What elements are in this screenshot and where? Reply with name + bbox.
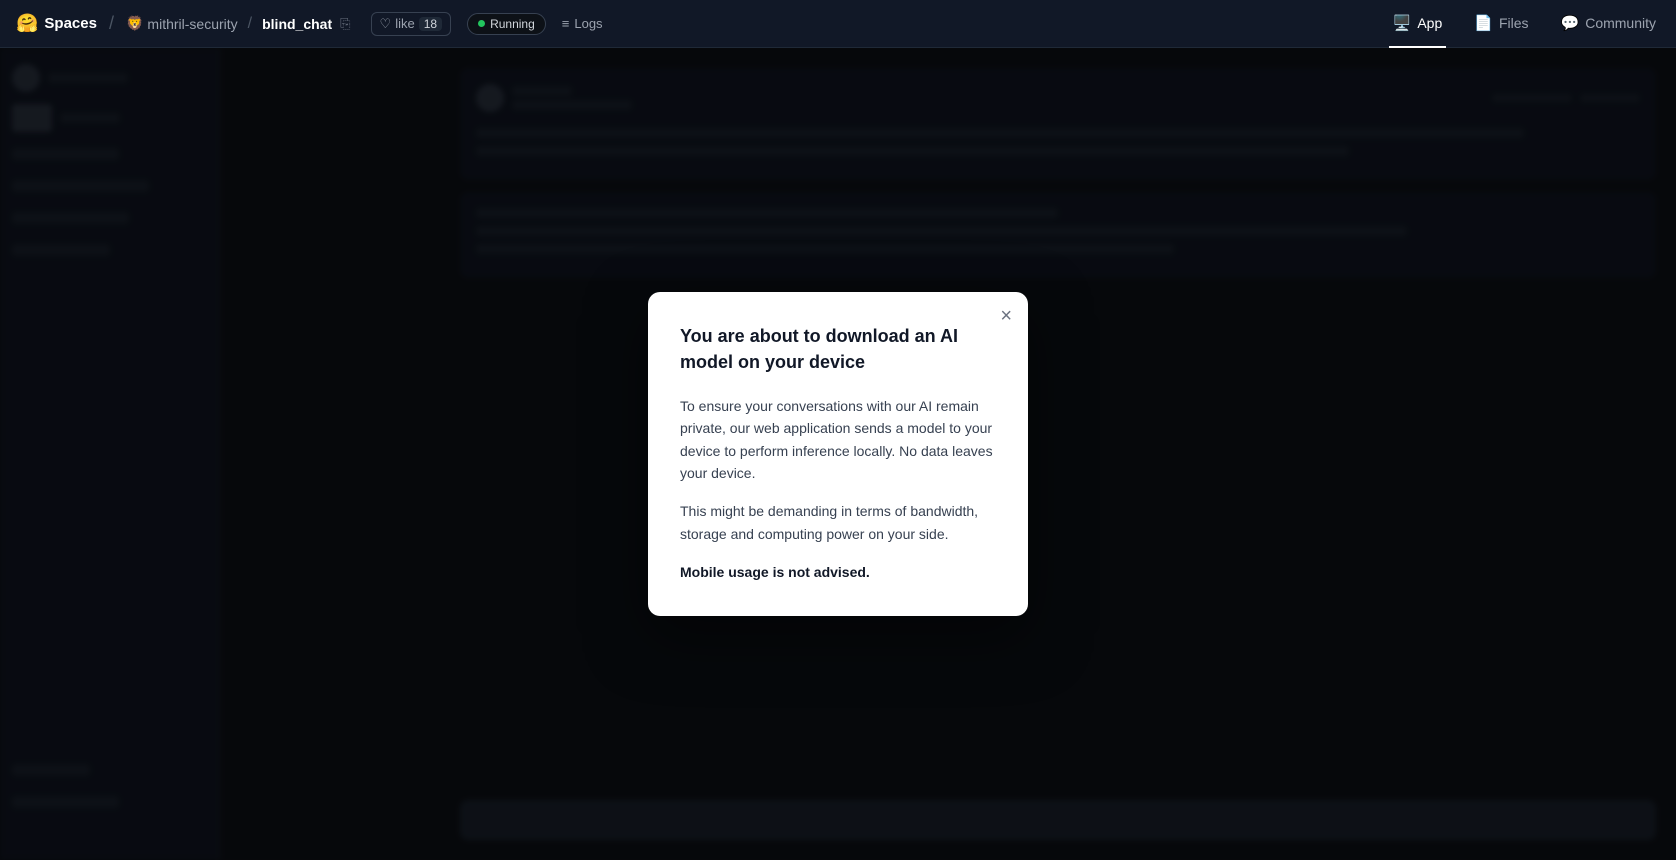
spaces-logo[interactable]: 🤗 Spaces <box>16 13 97 34</box>
tab-community[interactable]: 💬 Community <box>1557 0 1660 48</box>
nav-repo[interactable]: blind_chat <box>262 16 332 32</box>
files-icon: 📄 <box>1474 14 1493 32</box>
modal-paragraph-1: To ensure your conversations with our AI… <box>680 395 996 485</box>
modal-overlay[interactable]: × You are about to download an AI model … <box>0 48 1676 860</box>
nav-left: 🤗 Spaces / 🦁 mithril-security / blind_ch… <box>16 12 1389 36</box>
modal-paragraph-2: This might be demanding in terms of band… <box>680 500 996 545</box>
nav-right: 🖥️ App 📄 Files 💬 Community <box>1389 0 1660 48</box>
logs-icon: ≡ <box>562 16 570 31</box>
nav-slash: / <box>248 15 252 33</box>
running-dot-icon <box>478 20 485 27</box>
like-label: like <box>395 16 415 31</box>
like-count: 18 <box>419 17 442 31</box>
modal-body: To ensure your conversations with our AI… <box>680 395 996 584</box>
heart-icon: ♡ <box>380 16 392 32</box>
app-icon: 🖥️ <box>1393 14 1412 32</box>
nav-separator: / <box>109 13 114 34</box>
modal-paragraph-bold: Mobile usage is not advised. <box>680 561 996 583</box>
like-button[interactable]: ♡ like 18 <box>371 12 452 36</box>
running-badge: Running <box>467 13 546 35</box>
tab-files[interactable]: 📄 Files <box>1470 0 1532 48</box>
download-modal: × You are about to download an AI model … <box>648 292 1028 615</box>
logs-label: Logs <box>574 16 602 31</box>
org-label: mithril-security <box>147 16 237 32</box>
spaces-emoji-icon: 🤗 <box>16 13 38 34</box>
nav-org[interactable]: 🦁 mithril-security <box>126 15 238 32</box>
tab-app-label: App <box>1417 15 1442 31</box>
copy-icon[interactable]: ⎘ <box>340 16 350 32</box>
tab-community-label: Community <box>1585 15 1656 31</box>
top-navigation: 🤗 Spaces / 🦁 mithril-security / blind_ch… <box>0 0 1676 48</box>
running-label: Running <box>490 17 535 31</box>
community-icon: 💬 <box>1561 14 1580 32</box>
tab-app[interactable]: 🖥️ App <box>1389 0 1447 48</box>
tab-files-label: Files <box>1499 15 1529 31</box>
modal-close-button[interactable]: × <box>1000 306 1012 326</box>
spaces-label: Spaces <box>44 15 97 32</box>
modal-title: You are about to download an AI model on… <box>680 324 996 374</box>
logs-button[interactable]: ≡ Logs <box>562 16 603 31</box>
